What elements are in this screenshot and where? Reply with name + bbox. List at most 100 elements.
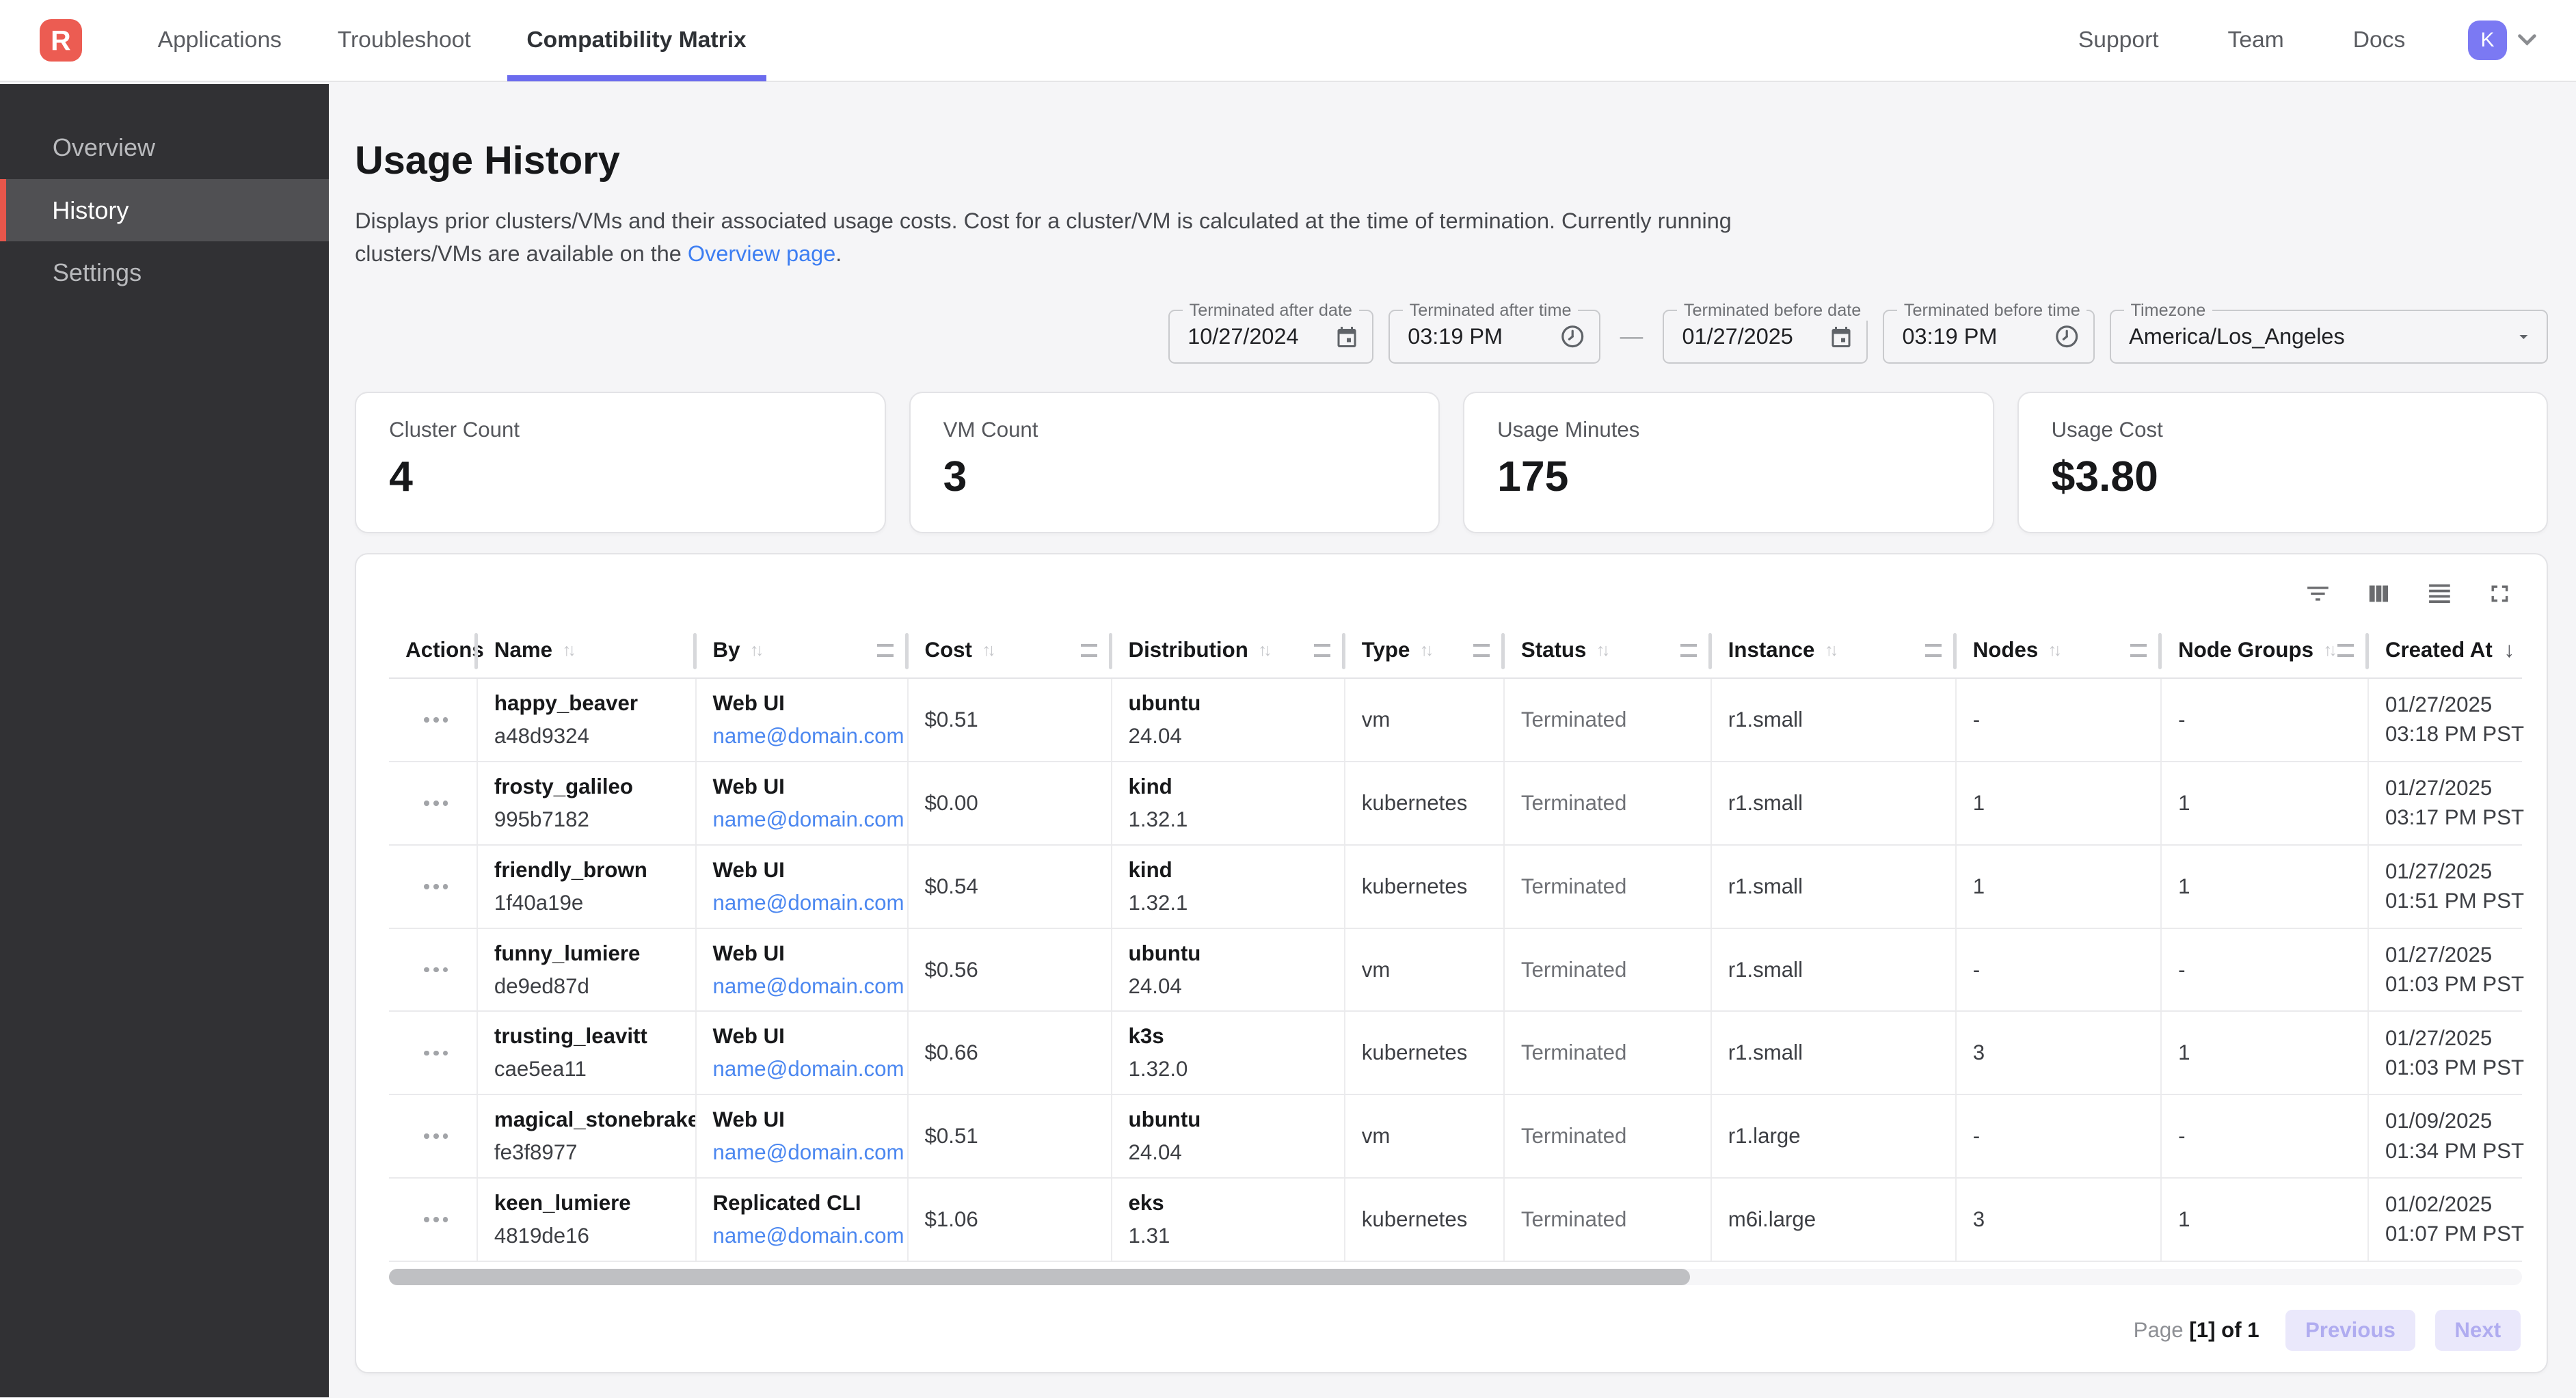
cell-distribution: kind: [1129, 858, 1334, 883]
density-icon[interactable]: [2426, 580, 2454, 608]
col-header-cost[interactable]: Cost↑↓: [909, 623, 1112, 677]
cell-node-groups: 1: [2178, 791, 2357, 816]
column-menu-icon[interactable]: [1473, 644, 1490, 657]
replicated-logo[interactable]: R: [40, 19, 82, 62]
cell-created-time: 03:17 PM PST: [2385, 805, 2515, 831]
terminated-before-date-field[interactable]: Terminated before date 01/27/2025: [1663, 310, 1868, 364]
filter-bar: Terminated after date 10/27/2024 Termina…: [355, 310, 2548, 364]
calendar-icon[interactable]: [1829, 325, 1853, 349]
fullscreen-icon[interactable]: [2486, 580, 2514, 608]
pagination: Page [1] of 1 Previous Next: [356, 1310, 2547, 1351]
link-support[interactable]: Support: [2078, 27, 2159, 53]
terminated-before-time-field[interactable]: Terminated before time 03:19 PM: [1883, 310, 2095, 364]
sort-arrows-icon[interactable]: ↑↓: [2323, 641, 2334, 660]
sort-arrows-icon[interactable]: ↑↓: [562, 641, 573, 660]
description-period: .: [835, 241, 842, 266]
col-header-distribution[interactable]: Distribution↑↓: [1112, 623, 1345, 677]
row-actions-button[interactable]: [389, 762, 478, 844]
cell-email-link[interactable]: name@domain.com: [713, 891, 898, 915]
cell-instance: r1.small: [1728, 1040, 1946, 1065]
col-label: Node Groups: [2178, 638, 2313, 662]
tab-troubleshoot[interactable]: Troubleshoot: [318, 0, 491, 81]
cell-email-link[interactable]: name@domain.com: [713, 724, 898, 749]
cell-email-link[interactable]: name@domain.com: [713, 1057, 898, 1081]
chevron-down-icon[interactable]: [2517, 33, 2537, 46]
col-label: Type: [1362, 638, 1410, 662]
clock-icon[interactable]: [1559, 323, 1585, 349]
column-menu-icon[interactable]: [1081, 644, 1097, 657]
col-header-type[interactable]: Type ↑↓: [1345, 623, 1505, 677]
cell-by: Replicated CLI: [713, 1191, 898, 1215]
horizontal-scrollbar-track[interactable]: [389, 1269, 2522, 1285]
row-actions-button[interactable]: [389, 929, 478, 1011]
link-docs[interactable]: Docs: [2353, 27, 2406, 53]
cell-created-date: 01/27/2025: [2385, 692, 2515, 718]
col-header-name[interactable]: Name↑↓: [478, 623, 697, 677]
columns-icon[interactable]: [2365, 580, 2393, 608]
cell-created-time: 01:51 PM PST: [2385, 888, 2515, 914]
calendar-icon[interactable]: [1334, 325, 1359, 349]
usage-history-table-card: Actions Name↑↓ By↑↓ Cost↑↓ Distribution↑…: [355, 553, 2548, 1373]
cell-nodes: 1: [1973, 791, 2151, 816]
cell-email-link[interactable]: name@domain.com: [713, 974, 898, 999]
cell-node-groups: 1: [2178, 1207, 2357, 1232]
column-menu-icon[interactable]: [1925, 644, 1942, 657]
filter-icon[interactable]: [2304, 580, 2332, 608]
column-menu-icon[interactable]: [1314, 644, 1330, 657]
previous-page-button[interactable]: Previous: [2285, 1310, 2415, 1351]
tab-applications[interactable]: Applications: [138, 0, 301, 81]
sort-arrows-icon[interactable]: ↑↓: [750, 641, 761, 660]
cell-status: Terminated: [1521, 874, 1700, 899]
clock-icon[interactable]: [2054, 323, 2080, 349]
sort-arrows-icon[interactable]: ↑↓: [1596, 641, 1607, 660]
cell-email-link[interactable]: name@domain.com: [713, 807, 898, 832]
sort-arrows-icon[interactable]: ↑↓: [1258, 641, 1269, 660]
link-team[interactable]: Team: [2228, 27, 2284, 53]
timezone-select[interactable]: Timezone America/Los_Angeles: [2110, 310, 2549, 364]
sidebar-item-overview[interactable]: Overview: [0, 117, 329, 179]
terminated-after-time-field[interactable]: Terminated after time 03:19 PM: [1388, 310, 1600, 364]
terminated-after-date-field[interactable]: Terminated after date 10/27/2024: [1168, 310, 1373, 364]
column-menu-icon[interactable]: [877, 644, 894, 657]
col-header-status[interactable]: Status↑↓: [1505, 623, 1712, 677]
next-page-button[interactable]: Next: [2435, 1310, 2521, 1351]
col-header-node-groups[interactable]: Node Groups ↑↓: [2162, 623, 2369, 677]
user-avatar[interactable]: K: [2468, 21, 2508, 60]
cell-email-link[interactable]: name@domain.com: [713, 1140, 898, 1165]
sidebar-item-history[interactable]: History: [0, 179, 329, 241]
sort-arrows-icon[interactable]: ↑↓: [1825, 641, 1836, 660]
page-word: Page: [2134, 1318, 2184, 1342]
sidebar-item-settings[interactable]: Settings: [0, 241, 329, 304]
row-actions-button[interactable]: [389, 1179, 478, 1261]
cell-name: frosty_galileo: [494, 775, 685, 799]
dropdown-arrow-icon[interactable]: [2514, 327, 2534, 347]
column-menu-icon[interactable]: [2130, 644, 2147, 657]
col-label: Created At: [2385, 638, 2493, 662]
col-header-instance[interactable]: Instance↑↓: [1712, 623, 1957, 677]
cell-by: Web UI: [713, 1024, 898, 1049]
column-menu-icon[interactable]: [2337, 644, 2354, 657]
row-actions-button[interactable]: [389, 846, 478, 928]
tab-compatibility-matrix[interactable]: Compatibility Matrix: [507, 0, 766, 81]
cell-cost: $0.51: [925, 708, 1101, 732]
terminated-after-date-value: 10/27/2024: [1188, 324, 1321, 349]
terminated-after-date-label: Terminated after date: [1183, 301, 1359, 321]
cell-email-link[interactable]: name@domain.com: [713, 1224, 898, 1248]
table-row: friendly_brown1f40a19e Web UIname@domain…: [389, 846, 2522, 929]
timezone-value: America/Los_Angeles: [2129, 324, 2501, 349]
sort-arrows-icon[interactable]: ↑↓: [1420, 641, 1431, 660]
col-header-nodes[interactable]: Nodes↑↓: [1957, 623, 2162, 677]
col-header-by[interactable]: By↑↓: [697, 623, 909, 677]
row-actions-button[interactable]: [389, 1095, 478, 1177]
horizontal-scrollbar-thumb[interactable]: [389, 1269, 1690, 1285]
column-menu-icon[interactable]: [1680, 644, 1697, 657]
sort-arrows-icon[interactable]: ↑↓: [2048, 641, 2059, 660]
stat-value: 4: [389, 452, 852, 501]
sort-arrows-icon[interactable]: ↑↓: [982, 641, 993, 660]
main-content: Usage History Displays prior clusters/VM…: [329, 138, 2576, 1373]
overview-page-link[interactable]: Overview page: [688, 241, 835, 266]
sorted-desc-arrow-icon[interactable]: ↓: [2504, 638, 2515, 662]
col-header-created-at[interactable]: Created At ↓: [2369, 623, 2525, 677]
row-actions-button[interactable]: [389, 679, 478, 761]
row-actions-button[interactable]: [389, 1012, 478, 1094]
